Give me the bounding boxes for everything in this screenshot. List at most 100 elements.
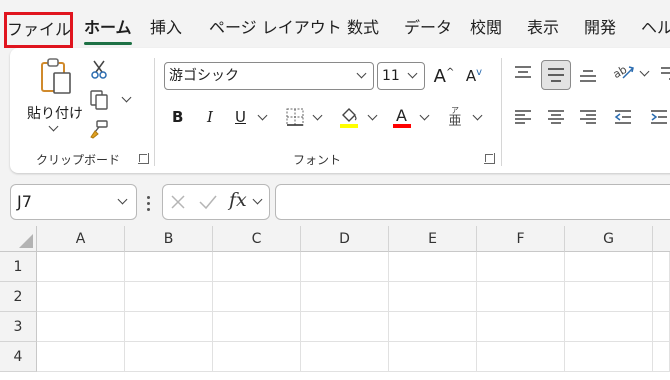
tab-review[interactable]: 校閲 (470, 14, 502, 42)
format-painter-button[interactable] (88, 118, 110, 140)
cell[interactable] (213, 282, 301, 312)
wrap-text-button[interactable] (658, 62, 670, 84)
cell[interactable] (565, 282, 653, 312)
row-header-1[interactable]: 1 (0, 252, 37, 282)
cell[interactable] (125, 282, 213, 312)
orientation-button[interactable]: ab (610, 60, 636, 86)
borders-button[interactable] (284, 106, 306, 128)
phonetic-guide-button[interactable]: ア 亜 (444, 103, 466, 131)
cell[interactable] (301, 312, 389, 342)
top-align-button[interactable] (512, 62, 534, 84)
cell[interactable] (125, 312, 213, 342)
font-dialog-launcher-icon[interactable] (484, 153, 495, 164)
bold-button[interactable]: B (172, 108, 183, 126)
cell[interactable] (565, 252, 653, 282)
align-right-icon (580, 110, 596, 124)
cell[interactable] (213, 342, 301, 372)
underline-dropdown-chevron-icon[interactable] (257, 110, 268, 121)
copy-dropdown-chevron-icon[interactable] (121, 92, 132, 103)
tab-formulas[interactable]: 数式 (347, 14, 379, 42)
cell[interactable] (653, 282, 670, 312)
ribbon-panel: 貼り付け クリップボード 游ゴシック 11 A^ Av B I U A ア 亜 … (10, 48, 670, 173)
column-header-a[interactable]: A (37, 226, 125, 252)
cell[interactable] (389, 252, 477, 282)
cell[interactable] (213, 312, 301, 342)
fill-color-dropdown-chevron-icon[interactable] (367, 110, 378, 121)
middle-align-button[interactable] (541, 60, 571, 90)
column-header-c[interactable]: C (213, 226, 301, 252)
cell[interactable] (477, 342, 565, 372)
increase-font-size-button[interactable]: A^ (432, 62, 456, 90)
tab-file[interactable]: ファイル (4, 12, 73, 48)
cell[interactable] (125, 342, 213, 372)
cell[interactable] (125, 252, 213, 282)
cell[interactable] (477, 282, 565, 312)
cell[interactable] (213, 252, 301, 282)
cell[interactable] (37, 252, 125, 282)
tab-data[interactable]: データ (404, 14, 452, 42)
tab-page-layout[interactable]: ページ レイアウト (209, 14, 342, 42)
cell[interactable] (301, 342, 389, 372)
column-header-f[interactable]: F (477, 226, 565, 252)
tab-developer[interactable]: 開発 (584, 14, 616, 42)
row-header-2[interactable]: 2 (0, 282, 37, 312)
cell[interactable] (389, 312, 477, 342)
name-box[interactable]: J7 (10, 184, 137, 220)
paste-dropdown-chevron-icon[interactable] (48, 121, 59, 132)
cell[interactable] (389, 282, 477, 312)
clipboard-dialog-launcher-icon[interactable] (138, 153, 149, 164)
font-name-select[interactable]: 游ゴシック (164, 62, 374, 90)
cell[interactable] (653, 252, 670, 282)
formula-input[interactable] (275, 184, 670, 220)
orientation-dropdown-chevron-icon[interactable] (639, 66, 650, 77)
cell[interactable] (37, 342, 125, 372)
align-center-button[interactable] (545, 106, 567, 128)
cell[interactable] (653, 312, 670, 342)
tab-home[interactable]: ホーム (84, 14, 132, 45)
confirm-entry-button[interactable] (197, 192, 219, 212)
tab-insert[interactable]: 挿入 (150, 14, 182, 42)
paste-button[interactable] (32, 56, 82, 98)
svg-text:A: A (396, 106, 407, 125)
cell[interactable] (565, 312, 653, 342)
font-size-select[interactable]: 11 (377, 62, 425, 90)
more-options-icon[interactable] (147, 194, 151, 212)
cell[interactable] (477, 252, 565, 282)
select-all-button[interactable] (0, 226, 37, 252)
row-header-3[interactable]: 3 (0, 312, 37, 342)
cancel-entry-button[interactable] (168, 192, 188, 212)
cell[interactable] (37, 282, 125, 312)
decrease-indent-button[interactable] (612, 106, 634, 128)
cut-button[interactable] (88, 58, 110, 80)
column-header-partial[interactable] (653, 226, 670, 252)
cell[interactable] (301, 282, 389, 312)
tab-view[interactable]: 表示 (527, 14, 559, 42)
bottom-align-button[interactable] (577, 64, 599, 86)
font-color-dropdown-chevron-icon[interactable] (419, 110, 430, 121)
cell[interactable] (653, 342, 670, 372)
tab-help[interactable]: ヘル (641, 14, 670, 42)
cell[interactable] (389, 342, 477, 372)
cell[interactable] (565, 342, 653, 372)
row-header-4[interactable]: 4 (0, 342, 37, 372)
cell[interactable] (37, 312, 125, 342)
font-color-button[interactable]: A (391, 104, 413, 130)
column-header-e[interactable]: E (389, 226, 477, 252)
insert-function-chevron-icon[interactable] (252, 194, 263, 205)
increase-indent-button[interactable] (648, 106, 670, 128)
cell[interactable] (477, 312, 565, 342)
cell[interactable] (301, 252, 389, 282)
underline-button[interactable]: U (235, 108, 246, 126)
borders-dropdown-chevron-icon[interactable] (312, 110, 323, 121)
column-header-d[interactable]: D (301, 226, 389, 252)
phonetic-dropdown-chevron-icon[interactable] (472, 110, 483, 121)
insert-function-button[interactable]: fx (229, 189, 247, 211)
italic-button[interactable]: I (207, 108, 213, 126)
align-left-button[interactable] (512, 106, 534, 128)
fill-color-button[interactable] (338, 104, 360, 130)
decrease-font-size-button[interactable]: Av (462, 62, 486, 90)
column-header-b[interactable]: B (125, 226, 213, 252)
copy-button[interactable] (87, 88, 111, 112)
align-right-button[interactable] (577, 106, 599, 128)
column-header-g[interactable]: G (565, 226, 653, 252)
